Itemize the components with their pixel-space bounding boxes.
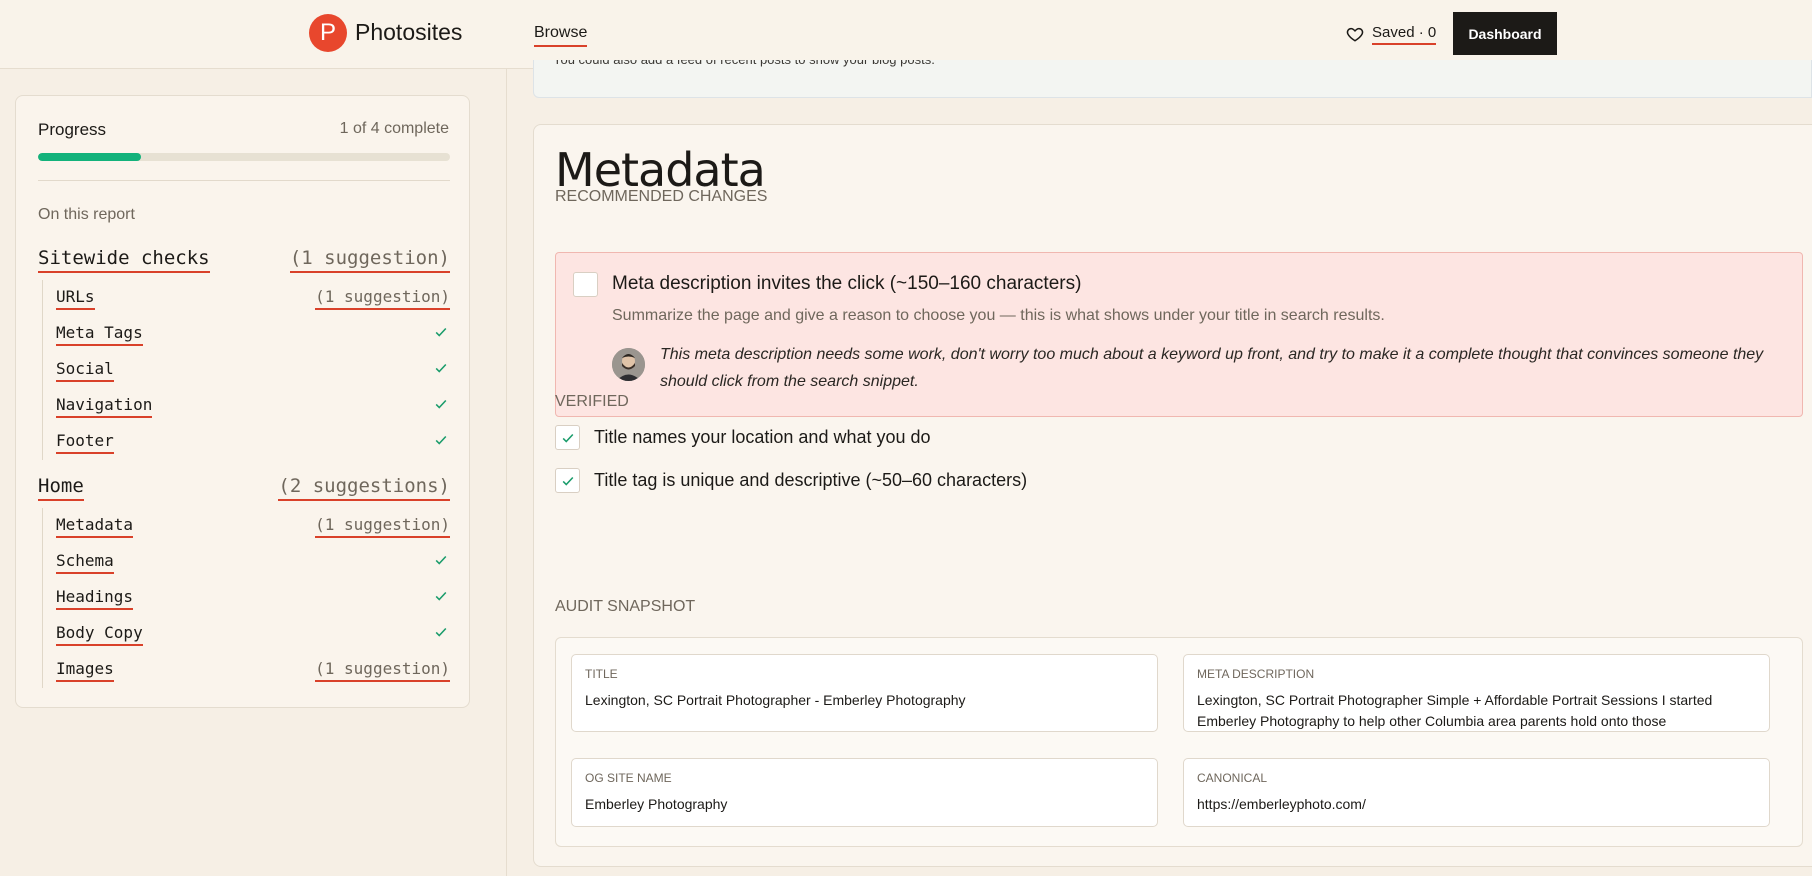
section-title[interactable]: Home (38, 475, 84, 501)
verified-item-label: Title names your location and what you d… (594, 427, 931, 447)
on-this-report-label: On this report (38, 206, 135, 223)
nav-item-schema[interactable]: Schema (43, 544, 450, 580)
sidebar-column: Progress 1 of 4 complete On this report … (0, 69, 507, 876)
info-callout: You could also add a feed of recent post… (533, 60, 1812, 98)
report-sidebar: Progress 1 of 4 complete On this report … (15, 95, 470, 708)
divider (38, 180, 450, 181)
verified-label: VERIFIED (555, 393, 629, 410)
progress-bar-fill (38, 153, 141, 161)
nav-item-label[interactable]: URLs (56, 287, 95, 310)
check-icon (435, 363, 447, 373)
top-navbar: P Photosites Browse Saved · 0 Dashboard (0, 0, 1812, 69)
verified-item: Title tag is unique and descriptive (~50… (555, 467, 1027, 494)
nav-item-label[interactable]: Social (56, 359, 114, 382)
brand-name[interactable]: Photosites (355, 19, 462, 46)
brand-logo-icon[interactable]: P (309, 14, 347, 52)
nav-item-suggestion-count[interactable]: (1 suggestion) (315, 287, 450, 310)
info-callout-text: You could also add a feed of recent post… (553, 60, 935, 68)
nav-item-label[interactable]: Metadata (56, 515, 134, 538)
snapshot-meta-description-cell: META DESCRIPTION Lexington, SC Portrait … (1183, 654, 1770, 732)
nav-section-home[interactable]: Home (2 suggestions) (38, 460, 450, 508)
snapshot-key: OG SITE NAME (585, 771, 672, 785)
metadata-card: Metadata RECOMMENDED CHANGES Meta descri… (533, 124, 1812, 867)
audit-snapshot-label: AUDIT SNAPSHOT (555, 598, 696, 615)
snapshot-value: Lexington, SC Portrait Photographer Simp… (1197, 692, 1713, 729)
browse-link[interactable]: Browse (534, 24, 588, 47)
snapshot-key: META DESCRIPTION (1197, 667, 1315, 681)
nav-item-suggestion-count[interactable]: (1 suggestion) (315, 659, 450, 682)
progress-bar (38, 153, 450, 161)
heart-icon (1346, 27, 1364, 42)
nav-item-navigation[interactable]: Navigation (43, 388, 450, 424)
nav-item-meta-tags[interactable]: Meta Tags (43, 316, 450, 352)
recommended-changes-label: RECOMMENDED CHANGES (555, 188, 768, 205)
nav-item-label[interactable]: Meta Tags (56, 323, 143, 346)
nav-item-suggestion-count[interactable]: (1 suggestion) (315, 515, 450, 538)
nav-item-label[interactable]: Body Copy (56, 623, 143, 646)
snapshot-value: Lexington, SC Portrait Photographer - Em… (585, 692, 966, 708)
snapshot-key: CANONICAL (1197, 771, 1268, 785)
nav-item-label[interactable]: Headings (56, 587, 134, 610)
verified-item: Title names your location and what you d… (555, 424, 931, 451)
nav-item-label[interactable]: Footer (56, 431, 114, 454)
check-icon (562, 433, 573, 443)
reviewer-avatar (612, 348, 645, 381)
progress-label: Progress (38, 120, 107, 139)
snapshot-value: https://emberleyphoto.com/ (1197, 796, 1366, 812)
nav-item-footer[interactable]: Footer (43, 424, 450, 460)
snapshot-value: Emberley Photography (585, 796, 728, 812)
audit-snapshot-grid: TITLE Lexington, SC Portrait Photographe… (555, 637, 1803, 847)
snapshot-title-cell: TITLE Lexington, SC Portrait Photographe… (571, 654, 1158, 732)
nav-item-headings[interactable]: Headings (43, 580, 450, 616)
check-icon (562, 476, 573, 486)
saved-link[interactable]: Saved · 0 (1346, 22, 1437, 46)
nav-item-label[interactable]: Navigation (56, 395, 153, 418)
check-icon (435, 555, 447, 565)
recommendation-description: Summarize the page and give a reason to … (612, 307, 1385, 324)
section-suggestion-count[interactable]: (1 suggestion) (289, 247, 450, 273)
verified-item-label: Title tag is unique and descriptive (~50… (594, 470, 1028, 490)
recommendation-checkbox[interactable] (573, 272, 598, 297)
check-icon (435, 399, 447, 409)
section-suggestion-count[interactable]: (2 suggestions) (278, 475, 450, 501)
nav-item-metadata[interactable]: Metadata (1 suggestion) (43, 508, 450, 544)
person-icon (612, 348, 645, 381)
recommendation-item: Meta description invites the click (~150… (555, 252, 1803, 417)
verified-checkbox[interactable] (555, 425, 580, 450)
check-icon (435, 627, 447, 637)
recommendation-title: Meta description invites the click (~150… (612, 273, 1082, 294)
nav-item-social[interactable]: Social (43, 352, 450, 388)
saved-count-label: Saved · 0 (1372, 24, 1437, 45)
check-icon (435, 327, 447, 337)
dashboard-button[interactable]: Dashboard (1453, 12, 1557, 55)
nav-item-body-copy[interactable]: Body Copy (43, 616, 450, 652)
snapshot-canonical-cell: CANONICAL https://emberleyphoto.com/ (1183, 758, 1770, 827)
check-icon (435, 591, 447, 601)
snapshot-og-site-name-cell: OG SITE NAME Emberley Photography (571, 758, 1158, 827)
nav-item-label[interactable]: Images (56, 659, 114, 682)
report-nav-list: Sitewide checks (1 suggestion) URLs (1 s… (38, 232, 450, 688)
nav-item-label[interactable]: Schema (56, 551, 114, 574)
verified-checkbox[interactable] (555, 468, 580, 493)
nav-section-sitewide[interactable]: Sitewide checks (1 suggestion) (38, 232, 450, 280)
nav-item-urls[interactable]: URLs (1 suggestion) (43, 280, 450, 316)
check-icon (435, 435, 447, 445)
progress-count: 1 of 4 complete (339, 120, 449, 137)
section-title[interactable]: Sitewide checks (38, 247, 210, 273)
nav-item-images[interactable]: Images (1 suggestion) (43, 652, 450, 688)
snapshot-key: TITLE (585, 667, 618, 681)
reviewer-comment: This meta description needs some work, d… (660, 346, 1764, 390)
nav-subsection-list: Metadata (1 suggestion) Schema Headings … (42, 508, 450, 688)
nav-subsection-list: URLs (1 suggestion) Meta Tags Social Nav… (42, 280, 450, 460)
